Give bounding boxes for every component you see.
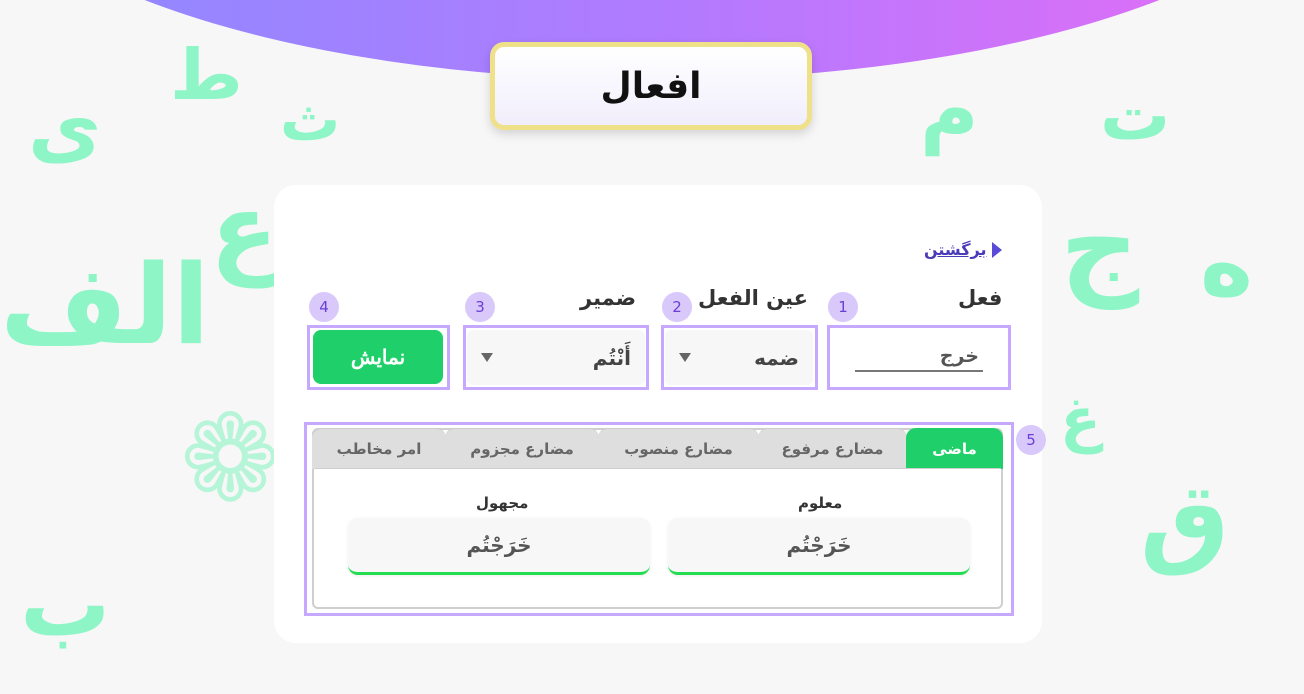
tab-mozare-marfu[interactable]: مضارع مرفوع [758,428,907,469]
background-decoration: غ [1060,385,1101,455]
background-decoration: ی [28,81,102,174]
ain-label: عین الفعل [698,286,808,310]
step-badge-3: 3 [465,292,495,322]
pronoun-select-value: أَنْتُم [592,345,631,370]
background-decoration: م [920,63,979,156]
page-title: افعال [600,65,702,107]
tab-mazi[interactable]: ماضی [906,428,1003,469]
background-decoration: ه [1200,212,1254,317]
background-decoration: ث [280,85,341,155]
step-badge-2: 2 [662,292,692,322]
ain-select-value: ضمه [754,345,799,370]
tab-amr-mokhatab[interactable]: امر مخاطب [312,428,446,469]
ain-select[interactable]: ضمه [665,330,813,385]
background-decoration: ط [170,34,243,116]
background-decoration: ب [20,552,111,657]
verb-label: فعل [958,286,1003,310]
step-badge-1: 1 [828,292,858,322]
show-button[interactable]: نمایش [313,330,443,384]
result-passive-value: خَرَجْتُم [348,518,650,575]
pronoun-select[interactable]: أَنْتُم [467,330,645,385]
background-decoration: ت [1100,74,1171,156]
background-decoration: ق [1140,461,1230,578]
back-link-label[interactable]: برگشتن [924,240,986,259]
caret-down-icon [679,353,691,362]
triangle-left-icon [992,241,1003,258]
back-link[interactable]: برگشتن [924,240,1003,259]
step-badge-4: 4 [309,292,339,322]
verb-input[interactable] [855,342,983,372]
caret-down-icon [481,353,493,362]
pronoun-label: ضمیر [580,286,637,310]
tabs-divider [314,468,1001,469]
background-decoration: ج [1060,181,1140,309]
result-label-active: معلوم [798,494,843,512]
background-decoration: ع [210,171,279,288]
background-decoration: ❁ [180,390,281,529]
step-badge-5: 5 [1016,425,1046,455]
result-active-value: خَرَجْتُم [668,518,970,575]
background-decoration: الف [0,241,211,369]
page-title-box: افعال [490,42,812,130]
tab-mozare-majzum[interactable]: مضارع مجزوم [445,428,599,469]
tab-mozare-mansub[interactable]: مضارع منصوب [598,428,759,469]
result-label-passive: مجهول [476,494,529,512]
